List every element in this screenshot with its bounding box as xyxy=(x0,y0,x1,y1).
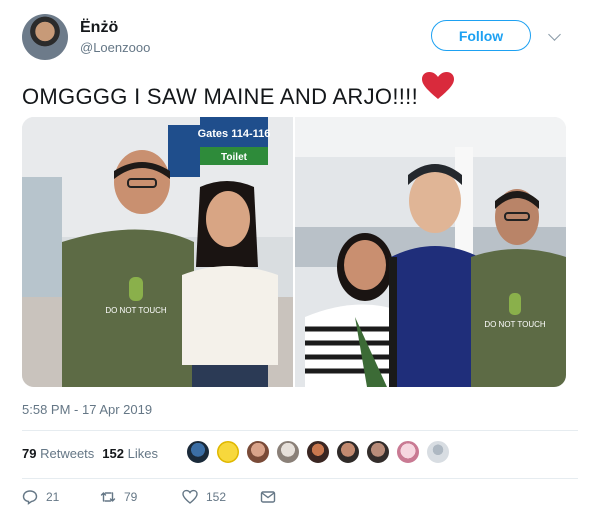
like-icon xyxy=(182,489,198,504)
gate-sign: Gates 114-116 xyxy=(198,128,271,140)
like-count: 152 xyxy=(206,490,227,504)
retweet-button[interactable]: 79 xyxy=(100,489,182,505)
photo-right[interactable]: DO NOT TOUCH xyxy=(295,117,566,387)
action-bar: 21 79 152 xyxy=(22,489,276,505)
reply-button[interactable]: 21 xyxy=(22,489,100,505)
liker-avatar[interactable] xyxy=(396,440,420,464)
likes-stat[interactable]: 152 Likes xyxy=(102,446,158,461)
photo-left[interactable]: Gates 114-116 Toilet DO NOT TOUCH xyxy=(22,117,293,387)
photo-gallery[interactable]: Gates 114-116 Toilet DO NOT TOUCH DO NOT… xyxy=(22,117,566,387)
display-name[interactable]: Ënżö xyxy=(80,19,118,37)
liker-avatar[interactable] xyxy=(216,440,240,464)
heart-emoji-icon xyxy=(421,72,454,106)
retweets-label: Retweets xyxy=(40,446,95,461)
like-button[interactable]: 152 xyxy=(182,489,260,505)
liker-avatar[interactable] xyxy=(276,440,300,464)
shirt-text-right: DO NOT TOUCH xyxy=(484,320,546,329)
chevron-down-icon[interactable] xyxy=(548,28,561,41)
retweet-count: 79 xyxy=(124,490,138,504)
liker-avatars xyxy=(186,440,450,464)
retweets-stat[interactable]: 79 Retweets xyxy=(22,446,94,461)
liker-avatar[interactable] xyxy=(246,440,270,464)
liker-avatar[interactable] xyxy=(306,440,330,464)
reply-icon xyxy=(22,490,38,505)
engagement-stats: 79 Retweets 152 Likes xyxy=(22,446,158,461)
retweets-count: 79 xyxy=(22,446,37,461)
retweet-icon xyxy=(100,492,116,502)
user-handle[interactable]: @Loenzooo xyxy=(80,40,150,55)
liker-avatar[interactable] xyxy=(426,440,450,464)
avatar[interactable] xyxy=(22,14,68,60)
likes-label: Likes xyxy=(127,446,158,461)
timestamp[interactable]: 5:58 PM - 17 Apr 2019 xyxy=(22,402,152,417)
liker-avatar[interactable] xyxy=(366,440,390,464)
shirt-text-left: DO NOT TOUCH xyxy=(105,306,167,315)
liker-avatar[interactable] xyxy=(336,440,360,464)
liker-avatar[interactable] xyxy=(186,440,210,464)
toilet-sign: Toilet xyxy=(221,152,248,163)
message-button[interactable] xyxy=(260,489,276,505)
tweet-body: OMGGGG I SAW MAINE AND ARJO!!!! xyxy=(22,84,418,109)
reply-count: 21 xyxy=(46,490,60,504)
message-icon xyxy=(260,491,276,503)
divider xyxy=(22,430,578,431)
divider xyxy=(22,478,578,479)
tweet-text: OMGGGG I SAW MAINE AND ARJO!!!! xyxy=(22,72,454,110)
follow-button[interactable]: Follow xyxy=(431,20,531,51)
likes-count: 152 xyxy=(102,446,124,461)
